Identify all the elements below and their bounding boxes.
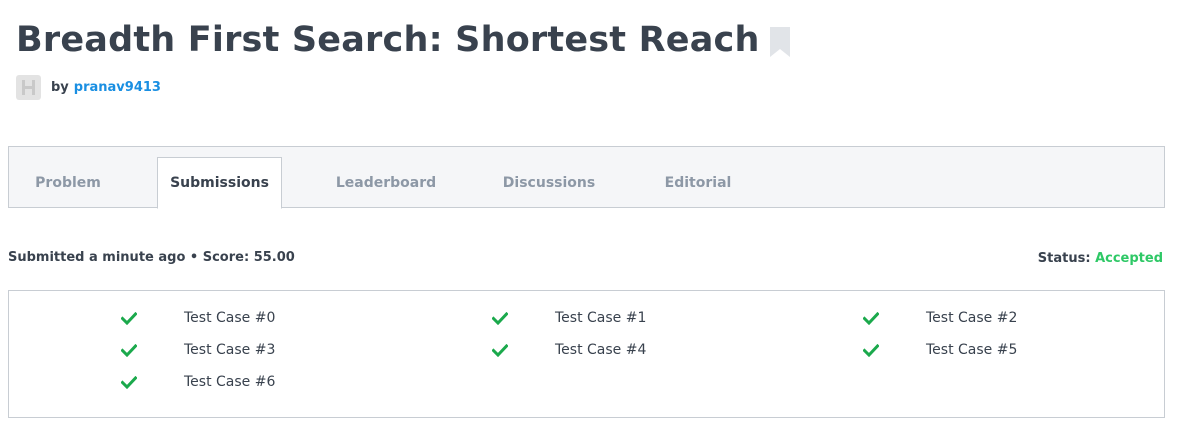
test-case-panel: Test Case #0 Test Case #1 Test Case #2 T… — [8, 290, 1165, 418]
checkmark-icon — [491, 341, 509, 359]
checkmark-icon — [120, 373, 138, 391]
tab-submissions[interactable]: Submissions — [157, 157, 282, 209]
test-case-item[interactable]: Test Case #5 — [862, 340, 1017, 360]
test-case-label: Test Case #3 — [184, 342, 276, 358]
test-case-label: Test Case #2 — [926, 310, 1018, 326]
test-case-item[interactable]: Test Case #1 — [491, 308, 646, 328]
test-case-label: Test Case #6 — [184, 374, 276, 390]
checkmark-icon — [120, 341, 138, 359]
by-label: by — [51, 80, 69, 95]
tab-discussions[interactable]: Discussions — [490, 157, 608, 208]
test-case-label: Test Case #4 — [555, 342, 647, 358]
test-case-item[interactable]: Test Case #2 — [862, 308, 1017, 328]
author-row: by pranav9413 — [16, 75, 161, 100]
test-case-label: Test Case #5 — [926, 342, 1018, 358]
tab-problem[interactable]: Problem — [9, 157, 127, 208]
hackerrank-logo-icon — [22, 80, 35, 95]
test-case-label: Test Case #0 — [184, 310, 276, 326]
author-link[interactable]: pranav9413 — [74, 80, 161, 95]
test-case-item[interactable]: Test Case #4 — [491, 340, 646, 360]
checkmark-icon — [491, 309, 509, 327]
test-case-label: Test Case #1 — [555, 310, 647, 326]
checkmark-icon — [862, 341, 880, 359]
status-value: Accepted — [1095, 251, 1163, 266]
checkmark-icon — [120, 309, 138, 327]
tab-editorial[interactable]: Editorial — [639, 157, 757, 208]
submission-summary: Submitted a minute ago • Score: 55.00 — [8, 250, 295, 265]
page-title: Breadth First Search: Shortest Reach — [16, 20, 760, 60]
status-label: Status: — [1037, 251, 1091, 266]
test-case-item[interactable]: Test Case #3 — [120, 340, 275, 360]
checkmark-icon — [862, 309, 880, 327]
test-case-item[interactable]: Test Case #6 — [120, 372, 275, 392]
avatar — [16, 75, 41, 100]
tab-leaderboard[interactable]: Leaderboard — [327, 157, 445, 208]
bookmark-icon[interactable] — [769, 27, 790, 57]
title-row: Breadth First Search: Shortest Reach — [16, 20, 790, 60]
test-case-item[interactable]: Test Case #0 — [120, 308, 275, 328]
submission-status: Status: Accepted — [1038, 251, 1163, 266]
tab-bar: Problem Submissions Leaderboard Discussi… — [8, 146, 1165, 209]
